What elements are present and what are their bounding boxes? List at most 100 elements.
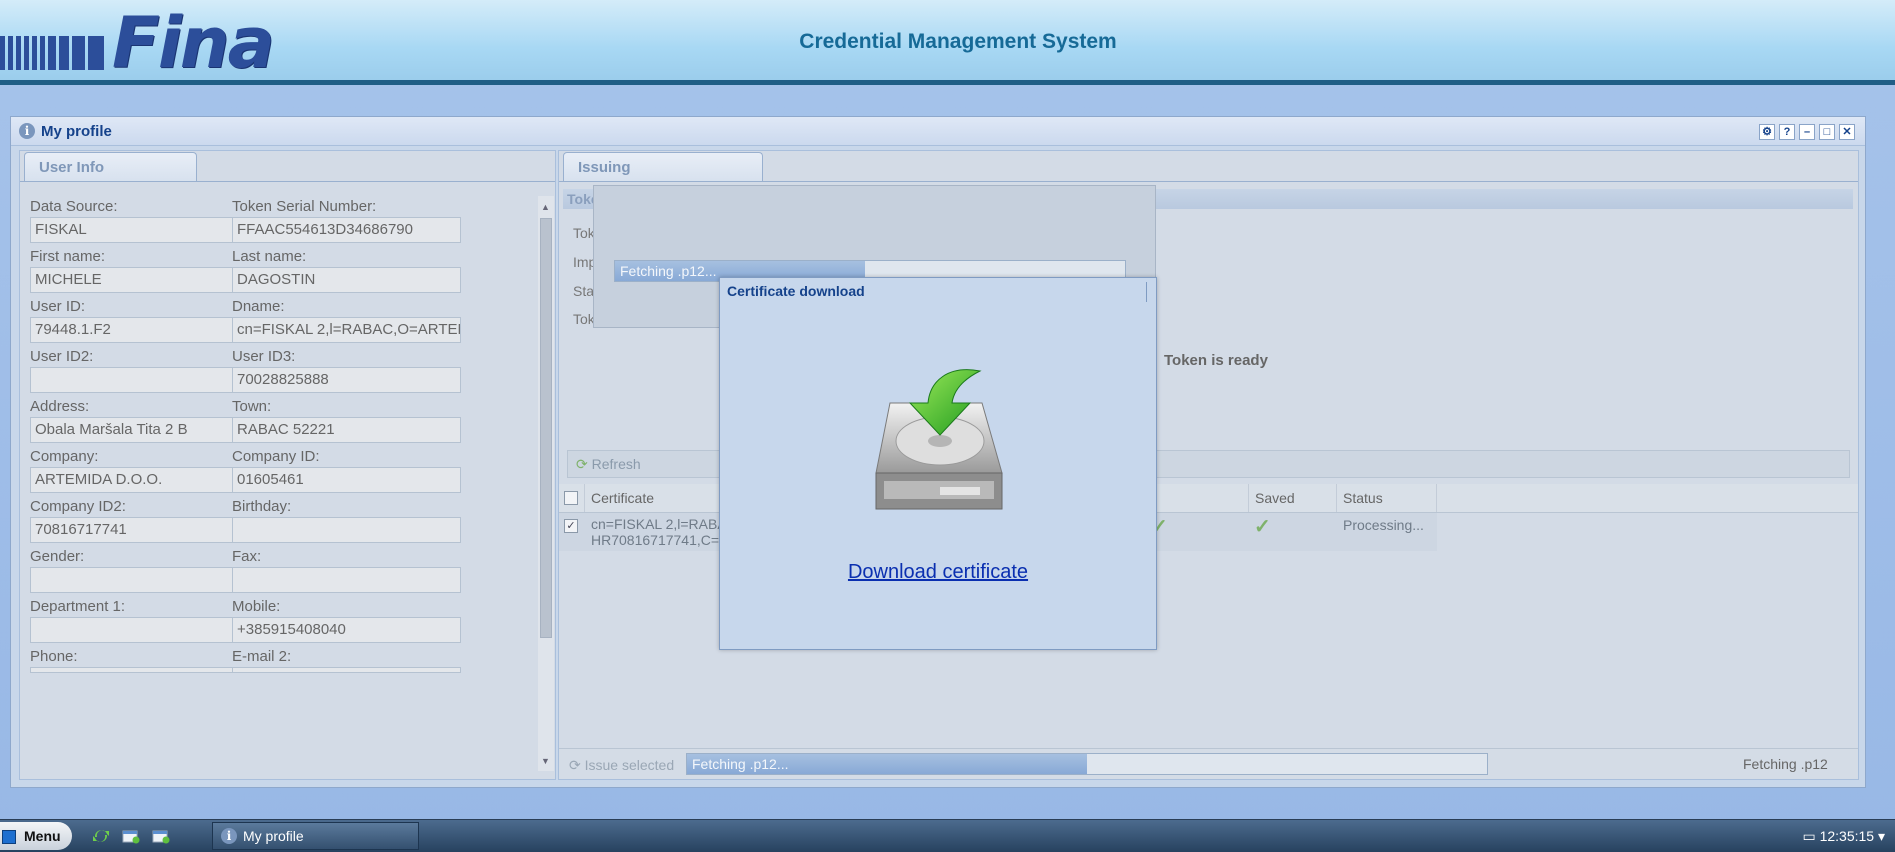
data-source-label: Data Source:: [30, 198, 118, 215]
company-id2-field[interactable]: 70816717741: [30, 517, 259, 543]
tab-strip-divider: [559, 181, 1858, 182]
close-icon[interactable]: ✕: [1839, 124, 1855, 140]
user-info-panel: User Info Data Source: FISKAL Token Serial…: [19, 150, 556, 780]
task-item-label: My profile: [243, 828, 304, 844]
address-field[interactable]: Obala Maršala Tita 2 B: [30, 417, 259, 443]
company-id2-label: Company ID2:: [30, 498, 126, 515]
user-id3-field[interactable]: 70028825888: [232, 367, 461, 393]
logo-text: Fina: [112, 2, 275, 84]
hard-drive-download-icon: [875, 369, 1003, 510]
scroll-up-icon[interactable]: ▲: [541, 202, 550, 212]
first-name-field[interactable]: MICHELE: [30, 267, 259, 293]
tab-user-info[interactable]: User Info: [24, 152, 197, 182]
company-id-field[interactable]: 01605461: [232, 467, 461, 493]
user-id3-label: User ID3:: [232, 348, 296, 365]
download-certificate-link[interactable]: Download certificate: [720, 561, 1156, 584]
issue-selected-label: Issue selected: [584, 757, 675, 773]
tab-issuing[interactable]: Issuing: [563, 152, 763, 182]
row-certificate-line1: cn=FISKAL 2,l=RABA: [591, 516, 727, 532]
new-window-icon[interactable]: [122, 828, 140, 844]
refresh-icon[interactable]: [92, 828, 110, 844]
issue-icon: ⟳: [569, 757, 581, 773]
department-1-field[interactable]: [30, 617, 259, 643]
select-all-column: [559, 484, 585, 512]
department-1-label: Department 1:: [30, 598, 126, 615]
last-name-label: Last name:: [232, 248, 307, 265]
dialog-title: Certificate download: [727, 283, 865, 299]
taskbar: Menu i My profile ▭ 12:35:15 ▾: [0, 819, 1895, 852]
dname-field[interactable]: cn=FISKAL 2,l=RABAC,O=ARTEM: [232, 317, 461, 343]
refresh-icon: ⟳: [576, 456, 588, 472]
fax-field[interactable]: [232, 567, 461, 593]
app-title: Credential Management System: [799, 30, 1117, 53]
maximize-icon[interactable]: □: [1819, 124, 1835, 140]
token-serial-number-field[interactable]: FFAAC554613D34686790: [232, 217, 461, 243]
app-header: Fina Credential Management System: [0, 0, 1895, 85]
window-title: My profile: [41, 123, 112, 140]
task-item-my-profile[interactable]: i My profile: [212, 822, 419, 850]
clock-time: 12:35:15: [1819, 828, 1875, 844]
data-source-field[interactable]: FISKAL: [30, 217, 259, 243]
e-mail-2-field[interactable]: [232, 667, 461, 673]
scroll-thumb[interactable]: [540, 218, 552, 638]
user-id-label: User ID:: [30, 298, 86, 315]
row-checkbox[interactable]: ✓: [564, 519, 578, 533]
address-label: Address:: [30, 398, 90, 415]
column-status[interactable]: Status: [1337, 484, 1437, 512]
chevron-down-icon: ▾: [1877, 828, 1885, 844]
refresh-label: Refresh: [591, 456, 641, 472]
saved-check-icon: ✓: [1254, 516, 1271, 538]
gender-field[interactable]: [30, 567, 259, 593]
town-field[interactable]: RABAC 52221: [232, 417, 461, 443]
town-label: Town:: [232, 398, 272, 415]
window-titlebar[interactable]: i My profile ⚙ ? – □ ✕: [11, 117, 1865, 146]
column-saved[interactable]: Saved: [1249, 484, 1337, 512]
certificate-download-dialog: Certificate download Download certificat…: [719, 277, 1157, 650]
info-icon: i: [221, 828, 237, 844]
refresh-button[interactable]: ⟳ Refresh: [576, 456, 641, 473]
e-mail-2-label: E-mail 2:: [232, 648, 292, 665]
fax-label: Fax:: [232, 548, 262, 565]
birthday-field[interactable]: [232, 517, 461, 543]
fetching-progress-bar: Fetching .p12...: [686, 753, 1488, 775]
help-icon[interactable]: ?: [1779, 124, 1795, 140]
scroll-down-icon[interactable]: ▼: [541, 756, 550, 766]
state-label: Sta: [573, 283, 595, 299]
menu-button[interactable]: Menu: [0, 822, 72, 850]
phone-field[interactable]: [30, 667, 259, 673]
user-id2-label: User ID2:: [30, 348, 94, 365]
dname-label: Dname:: [232, 298, 285, 315]
token-status: Token is ready: [1164, 352, 1268, 369]
last-name-field[interactable]: DAGOSTIN: [232, 267, 461, 293]
phone-label: Phone:: [30, 648, 78, 665]
user-info-scrollbar[interactable]: ▲ ▼: [538, 196, 554, 771]
mobile-field[interactable]: +385915408040: [232, 617, 461, 643]
company-label: Company:: [30, 448, 99, 465]
fina-logo: Fina: [0, 2, 280, 84]
row-status: Processing...: [1343, 517, 1424, 533]
menu-icon: [2, 830, 16, 844]
user-id-field[interactable]: 79448.1.F2: [30, 317, 259, 343]
issue-selected-button[interactable]: ⟳ Issue selected: [569, 757, 674, 774]
menu-label: Menu: [24, 828, 61, 844]
user-id2-field[interactable]: [30, 367, 259, 393]
company-field[interactable]: ARTEMIDA D.O.O.: [30, 467, 259, 493]
row-certificate-line2: HR70816717741,C=I: [591, 532, 723, 548]
select-all-checkbox[interactable]: [564, 491, 578, 505]
window-list-icon[interactable]: [152, 828, 170, 844]
clock: ▭ 12:35:15 ▾: [1802, 828, 1885, 845]
gear-icon[interactable]: ⚙: [1759, 124, 1775, 140]
progress-text: Fetching .p12...: [692, 756, 789, 772]
status-text: Fetching .p12: [1743, 756, 1828, 772]
birthday-label: Birthday:: [232, 498, 292, 515]
gender-label: Gender:: [30, 548, 85, 565]
token-serial-number-label: Token Serial Number:: [232, 198, 377, 215]
info-icon: i: [19, 123, 35, 139]
network-icon: ▭: [1802, 828, 1816, 844]
issuing-bottom-toolbar: ⟳ Issue selected Fetching .p12... Fetchi…: [559, 748, 1858, 779]
dialog-scroll-handle: [1146, 282, 1150, 302]
logo-bars: [0, 36, 104, 70]
first-name-label: First name:: [30, 248, 106, 265]
token-label: Tok: [573, 225, 595, 241]
minimize-icon[interactable]: –: [1799, 124, 1815, 140]
